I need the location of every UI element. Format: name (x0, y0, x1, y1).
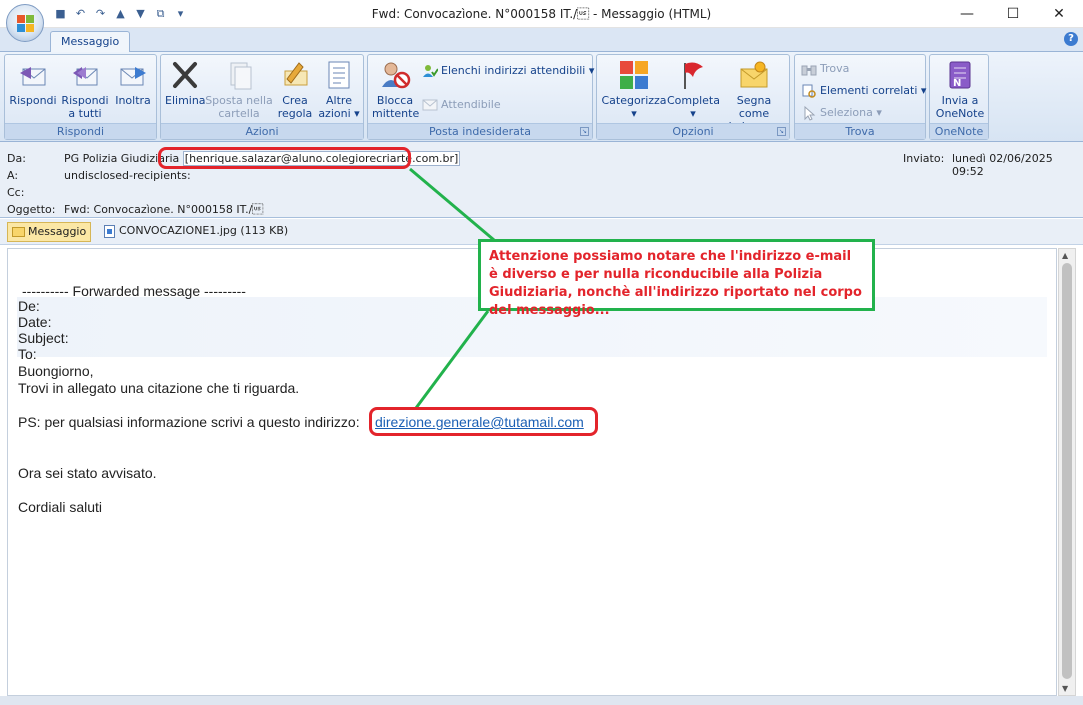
office-button[interactable] (6, 4, 44, 42)
arrow-to-body-link (414, 310, 490, 409)
sender-address-highlight (158, 147, 411, 169)
annotation-arrows (409, 167, 495, 409)
arrow-to-sender (409, 167, 495, 242)
status-bar (0, 696, 1083, 705)
annotation-callout: Attenzione possiamo notare che l'indiriz… (478, 239, 875, 318)
office-logo-icon (17, 15, 34, 32)
body-link-highlight (369, 407, 598, 436)
